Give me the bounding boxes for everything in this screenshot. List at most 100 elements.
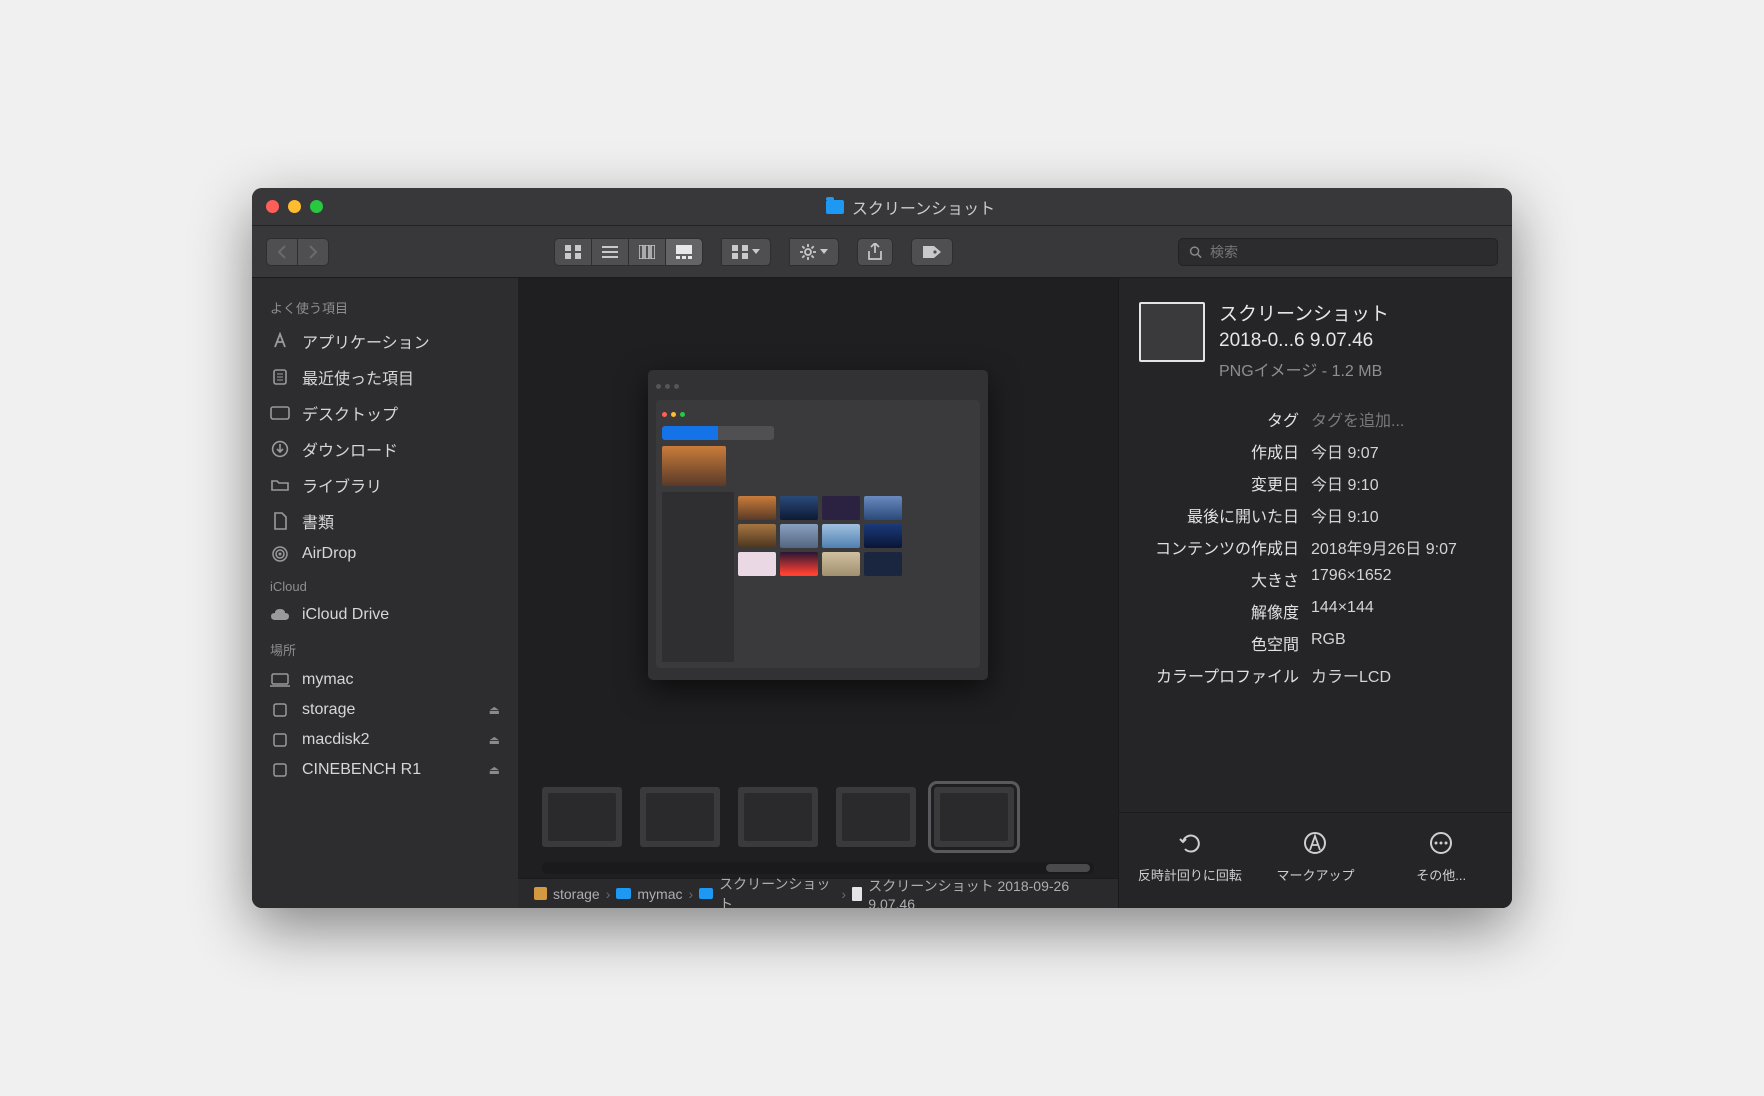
preview-image	[648, 370, 988, 680]
eject-icon[interactable]: ⏏	[489, 703, 500, 717]
path-segment[interactable]: スクリーンショット 2018-09-26 9.07.46	[852, 876, 1102, 909]
info-key-modified: 変更日	[1139, 471, 1299, 495]
info-key-contentcreated: コンテンツの作成日	[1139, 535, 1299, 559]
thumbnail-item[interactable]	[738, 787, 818, 847]
info-key-resolution: 解像度	[1139, 599, 1299, 623]
chevron-down-icon	[752, 249, 760, 255]
thumbnail-item[interactable]	[640, 787, 720, 847]
action-button[interactable]	[789, 238, 839, 266]
thumbnail-item[interactable]	[836, 787, 916, 847]
desktop-icon	[270, 404, 290, 422]
recents-icon	[270, 368, 290, 386]
action-label: その他...	[1416, 865, 1466, 884]
close-button[interactable]	[266, 200, 279, 213]
share-button[interactable]	[857, 238, 893, 266]
share-icon	[868, 243, 882, 261]
view-icon-button[interactable]	[554, 238, 591, 266]
gallery-icon	[676, 245, 692, 259]
path-segment[interactable]: mymac	[616, 886, 682, 902]
documents-icon	[270, 512, 290, 530]
path-segment[interactable]: スクリーンショット	[699, 874, 835, 909]
sidebar-header-locations: 場所	[252, 630, 518, 665]
path-segment[interactable]: storage	[534, 886, 600, 902]
sidebar-item-label: ライブラリ	[302, 473, 382, 497]
thumbnail-strip[interactable]	[518, 772, 1118, 862]
chevron-right-icon	[308, 245, 318, 259]
info-filename: スクリーンショット	[1219, 302, 1389, 328]
markup-icon	[1301, 829, 1329, 857]
sidebar-item-label: 書類	[302, 509, 334, 533]
markup-button[interactable]: マークアップ	[1260, 829, 1370, 884]
info-details: タグ タグを追加... 作成日 今日 9:07 変更日 今日 9:10 最後に開…	[1119, 391, 1512, 703]
more-button[interactable]: その他...	[1386, 829, 1496, 884]
thumbnail-item-selected[interactable]	[934, 787, 1014, 847]
sidebar-item-label: デスクトップ	[302, 401, 398, 425]
tags-button[interactable]	[911, 238, 953, 266]
sidebar-header-icloud: iCloud	[252, 569, 518, 600]
info-filename: 2018-0...6 9.07.46	[1219, 328, 1389, 354]
eject-icon[interactable]: ⏏	[489, 763, 500, 777]
grid-icon	[565, 245, 581, 259]
search-icon	[1189, 245, 1202, 259]
sidebar-item-storage[interactable]: storage ⏏	[252, 695, 518, 725]
info-value: 144×144	[1311, 599, 1492, 623]
rotate-ccw-button[interactable]: 反時計回りに回転	[1135, 829, 1245, 884]
sidebar-item-macdisk2[interactable]: macdisk2 ⏏	[252, 725, 518, 755]
view-gallery-button[interactable]	[665, 238, 703, 266]
info-key-lastopened: 最後に開いた日	[1139, 503, 1299, 527]
search-field[interactable]	[1178, 238, 1498, 266]
search-input[interactable]	[1210, 244, 1487, 260]
columns-icon	[639, 245, 655, 259]
zoom-button[interactable]	[310, 200, 323, 213]
path-separator: ›	[841, 886, 846, 902]
back-button[interactable]	[266, 238, 297, 266]
sidebar-item-label: storage	[302, 701, 355, 719]
sidebar-item-label: mymac	[302, 671, 354, 689]
path-separator: ›	[606, 886, 611, 902]
info-panel: スクリーンショット 2018-0...6 9.07.46 PNGイメージ - 1…	[1118, 278, 1512, 908]
sidebar-item-downloads[interactable]: ダウンロード	[252, 431, 518, 467]
airdrop-icon	[270, 545, 290, 563]
downloads-icon	[270, 440, 290, 458]
sidebar-item-applications[interactable]: アプリケーション	[252, 323, 518, 359]
disk-icon	[270, 701, 290, 719]
sidebar-item-recents[interactable]: 最近使った項目	[252, 359, 518, 395]
info-key-created: 作成日	[1139, 439, 1299, 463]
path-separator: ›	[689, 886, 694, 902]
rotate-icon	[1176, 829, 1204, 857]
info-value: 1796×1652	[1311, 567, 1492, 591]
main-content: storage › mymac › スクリーンショット › スクリーンショット …	[518, 278, 1118, 908]
view-column-button[interactable]	[628, 238, 665, 266]
sidebar-item-label: CINEBENCH R1	[302, 761, 421, 779]
sidebar-item-icloud-drive[interactable]: iCloud Drive	[252, 600, 518, 630]
eject-icon[interactable]: ⏏	[489, 733, 500, 747]
action-label: 反時計回りに回転	[1138, 865, 1242, 884]
thumbnail-item[interactable]	[542, 787, 622, 847]
folder-icon	[270, 476, 290, 494]
arrange-button[interactable]	[721, 238, 771, 266]
scrollbar[interactable]	[542, 862, 1094, 874]
toolbar	[252, 226, 1512, 278]
quick-actions: 反時計回りに回転 マークアップ その他...	[1119, 812, 1512, 908]
grid-icon	[732, 245, 748, 259]
titlebar: スクリーンショット	[252, 188, 1512, 226]
sidebar-item-airdrop[interactable]: AirDrop	[252, 539, 518, 569]
info-tags-field[interactable]: タグを追加...	[1311, 407, 1492, 431]
sidebar-item-mymac[interactable]: mymac	[252, 665, 518, 695]
info-meta: PNGイメージ - 1.2 MB	[1219, 357, 1389, 381]
sidebar-item-documents[interactable]: 書類	[252, 503, 518, 539]
forward-button[interactable]	[297, 238, 329, 266]
view-list-button[interactable]	[591, 238, 628, 266]
sidebar-item-label: ダウンロード	[302, 437, 398, 461]
window-title: スクリーンショット	[323, 195, 1498, 219]
sidebar-item-desktop[interactable]: デスクトップ	[252, 395, 518, 431]
sidebar-item-label: AirDrop	[302, 545, 356, 563]
folder-icon	[616, 888, 631, 899]
applications-icon	[270, 332, 290, 350]
info-thumbnail	[1139, 302, 1205, 362]
disk-icon	[270, 731, 290, 749]
minimize-button[interactable]	[288, 200, 301, 213]
sidebar-item-cinebench[interactable]: CINEBENCH R1 ⏏	[252, 755, 518, 785]
sidebar: よく使う項目 アプリケーション 最近使った項目 デスクトップ ダウンロード ライ…	[252, 278, 518, 908]
sidebar-item-library[interactable]: ライブラリ	[252, 467, 518, 503]
